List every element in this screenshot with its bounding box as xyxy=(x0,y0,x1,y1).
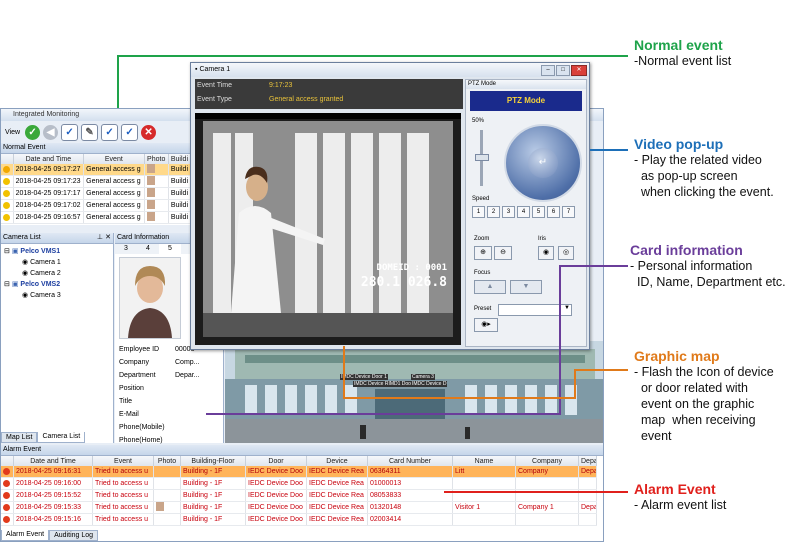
callout-card-title: Card information xyxy=(630,242,743,258)
callout-video-popup: Video pop-up - Play the related video as… xyxy=(634,136,774,200)
callout-alarm-event: Alarm Event - Alarm event list xyxy=(634,481,726,513)
callout-graphic-line: event on the graphic xyxy=(634,397,755,411)
callout-card-line: ID, Name, Department etc. xyxy=(630,275,786,289)
callout-graphic-title: Graphic map xyxy=(634,348,720,364)
callout-graphic-line: map when receiving xyxy=(634,413,756,427)
normal-event-line xyxy=(117,55,628,108)
callout-graphic-line: - Flash the Icon of device xyxy=(634,365,774,379)
card-info-line xyxy=(206,265,628,415)
callout-alarm-title: Alarm Event xyxy=(634,481,716,497)
callout-video-line: when clicking the event. xyxy=(634,185,774,199)
callout-normal-title: Normal event xyxy=(634,37,723,53)
callout-card-info: Card information - Personal information … xyxy=(630,242,786,290)
callout-video-line: as pop-up screen xyxy=(634,169,738,183)
callout-video-title: Video pop-up xyxy=(634,136,724,152)
callout-video-line: - Play the related video xyxy=(634,153,762,167)
callout-normal-event: Normal event -Normal event list xyxy=(634,37,731,69)
callout-normal-line: -Normal event list xyxy=(634,54,732,68)
graphic-map-line xyxy=(343,346,628,399)
callout-graphic-map: Graphic map - Flash the Icon of device o… xyxy=(634,348,774,444)
callout-alarm-line: - Alarm event list xyxy=(634,498,727,512)
callout-graphic-line: or door related with xyxy=(634,381,748,395)
callout-graphic-line: event xyxy=(634,429,672,443)
callout-card-line: - Personal information xyxy=(630,259,753,273)
